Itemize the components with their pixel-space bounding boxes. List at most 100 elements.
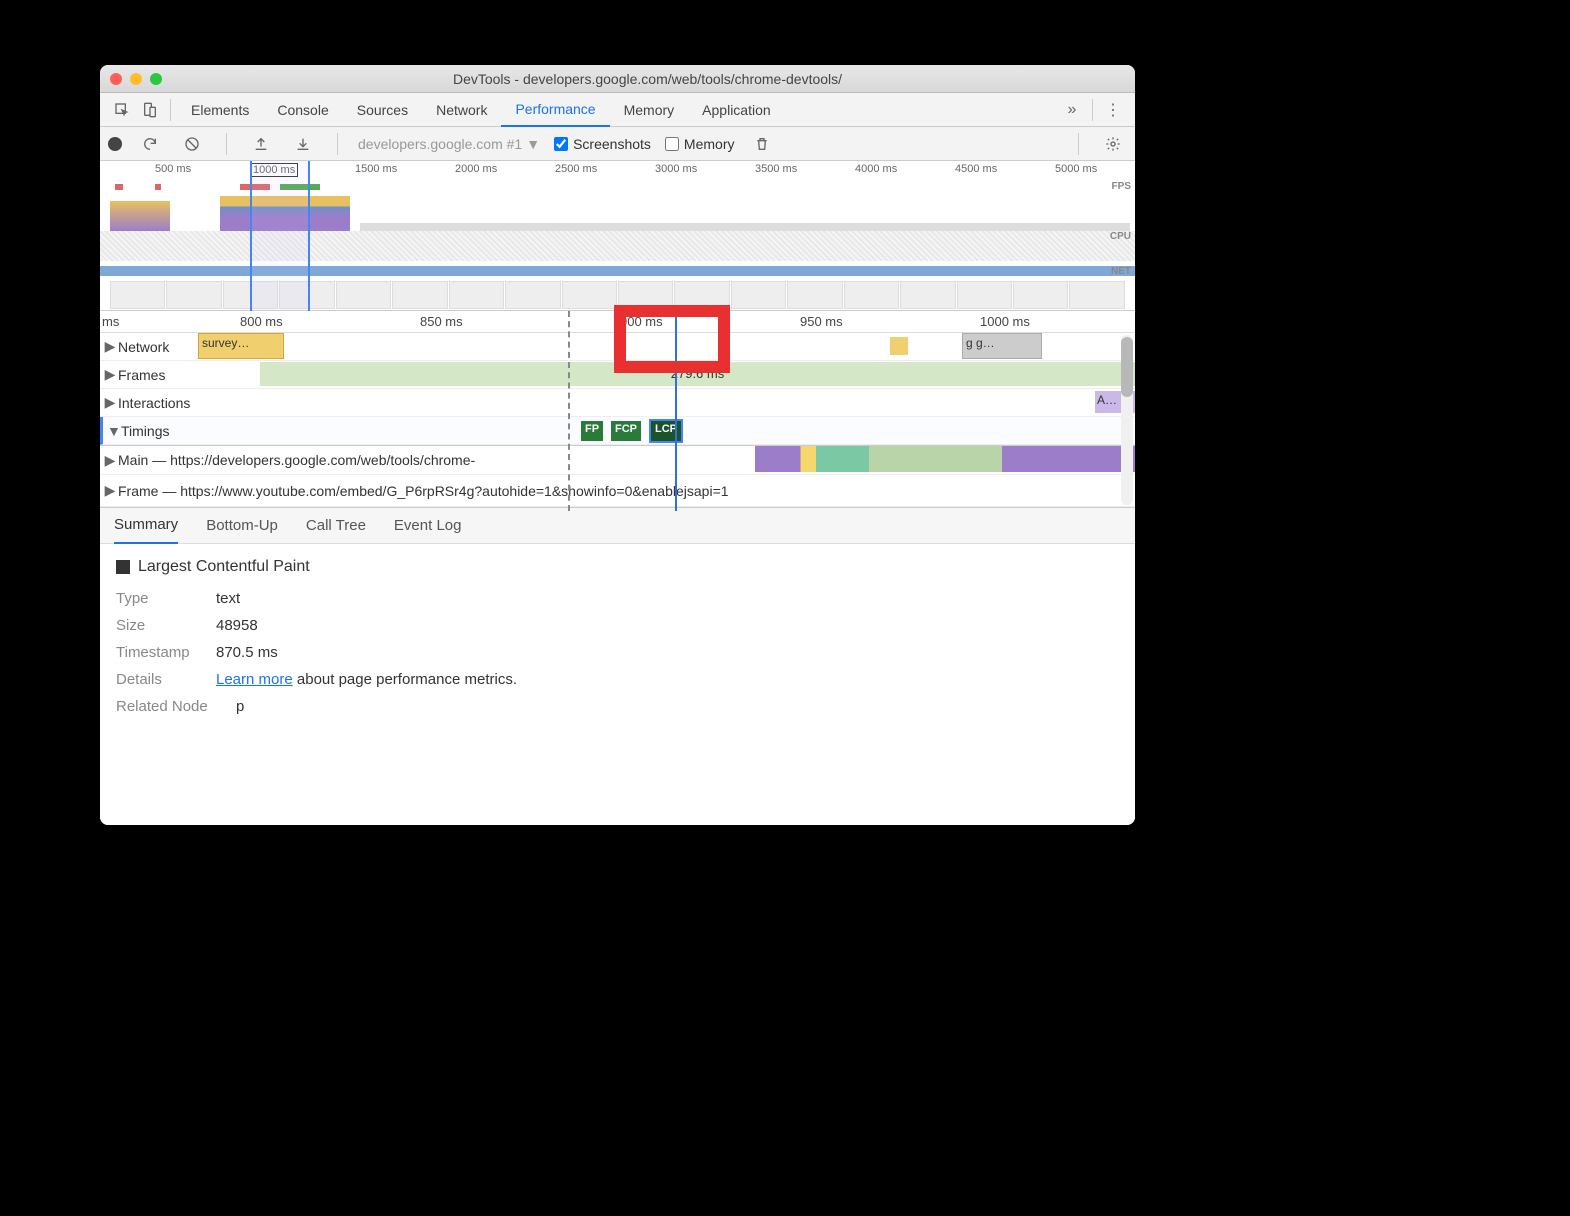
overview-selection[interactable] [250, 161, 310, 311]
scrollbar-thumb[interactable] [1121, 337, 1133, 397]
tab-elements[interactable]: Elements [177, 93, 263, 127]
summary-title: Largest Contentful Paint [138, 558, 310, 576]
trash-icon[interactable] [748, 130, 776, 158]
checkbox-label: Memory [684, 136, 735, 152]
reload-icon[interactable] [136, 130, 164, 158]
field-label: Related Node [116, 698, 226, 715]
main-thread-row[interactable]: ▶ Main — https://developers.google.com/w… [100, 445, 1135, 475]
separator [226, 133, 227, 155]
track-label: NET [1111, 266, 1131, 277]
flamegraph-area[interactable]: ms 800 ms 850 ms 900 ms 950 ms 1000 ms ▶… [100, 311, 1135, 507]
memory-checkbox[interactable]: Memory [665, 136, 735, 152]
checkbox-label: Screenshots [573, 136, 651, 152]
timeline-overview[interactable]: 500 ms 1000 ms 1500 ms 2000 ms 2500 ms 3… [100, 161, 1135, 311]
tab-call-tree[interactable]: Call Tree [306, 508, 366, 544]
network-item[interactable]: survey… [198, 333, 284, 359]
tab-performance[interactable]: Performance [501, 93, 609, 127]
details-text: about page performance metrics. [293, 671, 517, 688]
expand-icon[interactable]: ▶ [104, 452, 116, 469]
tick: 2500 ms [555, 163, 597, 175]
summary-content: Largest Contentful Paint Typetext Size48… [100, 544, 1135, 739]
panel-tabs: Elements Console Sources Network Perform… [100, 93, 1135, 127]
separator [1078, 133, 1079, 155]
tick: 4500 ms [955, 163, 997, 175]
expand-icon[interactable]: ▶ [104, 394, 116, 411]
field-value: text [216, 590, 240, 607]
network-row[interactable]: ▶ Network survey… g g… [100, 333, 1135, 361]
memory-input[interactable] [665, 137, 679, 151]
tick: 2000 ms [455, 163, 497, 175]
tick: 3000 ms [655, 163, 697, 175]
titlebar: DevTools - developers.google.com/web/too… [100, 65, 1135, 93]
timing-fcp[interactable]: FCP [611, 421, 641, 441]
download-icon[interactable] [289, 130, 317, 158]
tab-summary[interactable]: Summary [114, 508, 178, 544]
separator [337, 133, 338, 155]
tick: 500 ms [155, 163, 191, 175]
upload-icon[interactable] [247, 130, 275, 158]
network-item[interactable] [890, 337, 908, 355]
row-label: Timings [121, 423, 170, 439]
bottom-tabs: Summary Bottom-Up Call Tree Event Log [100, 508, 1135, 544]
record-button[interactable] [108, 137, 122, 151]
tab-application[interactable]: Application [688, 93, 785, 127]
main-flame[interactable] [755, 446, 1135, 472]
tick: 900 ms [620, 314, 663, 329]
frame-thread-row[interactable]: ▶ Frame — https://www.youtube.com/embed/… [100, 475, 1135, 507]
summary-pane: Summary Bottom-Up Call Tree Event Log La… [100, 507, 1135, 825]
tab-bottom-up[interactable]: Bottom-Up [206, 508, 278, 544]
row-label: Frame — https://www.youtube.com/embed/G_… [118, 483, 729, 499]
zoom-icon[interactable] [150, 73, 162, 85]
tick: 4000 ms [855, 163, 897, 175]
separator [170, 99, 171, 121]
collapse-icon[interactable]: ▼ [107, 423, 119, 439]
network-item[interactable]: g g… [962, 333, 1042, 359]
menu-icon[interactable]: ⋮ [1099, 96, 1127, 124]
frame-block[interactable]: 279.6 ms [260, 362, 1135, 386]
screenshots-input[interactable] [554, 137, 568, 151]
clear-icon[interactable] [178, 130, 206, 158]
field-label: Timestamp [116, 644, 206, 661]
playhead[interactable] [675, 311, 677, 511]
row-label: Interactions [118, 395, 190, 411]
recording-dropdown[interactable]: developers.google.com #1 ▼ [358, 136, 540, 152]
tick: 1500 ms [355, 163, 397, 175]
gear-icon[interactable] [1099, 130, 1127, 158]
expand-icon[interactable]: ▶ [104, 366, 116, 383]
field-label: Details [116, 671, 206, 688]
tick: 3500 ms [755, 163, 797, 175]
tab-memory[interactable]: Memory [610, 93, 689, 127]
row-label: Frames [118, 367, 165, 383]
inspect-icon[interactable] [108, 96, 136, 124]
tab-sources[interactable]: Sources [343, 93, 422, 127]
tick: 1000 ms [980, 314, 1030, 329]
screenshots-checkbox[interactable]: Screenshots [554, 136, 651, 152]
tick: 950 ms [800, 314, 843, 329]
expand-icon[interactable]: ▶ [104, 482, 116, 499]
color-swatch-icon [116, 560, 130, 574]
track-label: CPU [1110, 231, 1131, 242]
frames-row[interactable]: ▶ Frames 279.6 ms [100, 361, 1135, 389]
minimize-icon[interactable] [130, 73, 142, 85]
close-icon[interactable] [110, 73, 122, 85]
interactions-row[interactable]: ▶ Interactions A… [100, 389, 1135, 417]
learn-more-link[interactable]: Learn more [216, 671, 293, 688]
track-label: FPS [1112, 181, 1131, 192]
tab-network[interactable]: Network [422, 93, 501, 127]
field-label: Size [116, 617, 206, 634]
related-node-link[interactable]: p [236, 698, 244, 715]
tick: 5000 ms [1055, 163, 1097, 175]
timings-row[interactable]: ▼ Timings FP FCP LCP [100, 417, 1135, 445]
row-label: Network [118, 339, 169, 355]
tab-console[interactable]: Console [263, 93, 342, 127]
timing-fp[interactable]: FP [581, 421, 603, 441]
device-toggle-icon[interactable] [136, 96, 164, 124]
more-tabs-icon[interactable]: » [1058, 96, 1086, 124]
expand-icon[interactable]: ▶ [104, 338, 116, 355]
tab-event-log[interactable]: Event Log [394, 508, 462, 544]
tick: 800 ms [240, 314, 283, 329]
devtools-window: DevTools - developers.google.com/web/too… [100, 65, 1135, 825]
dropdown-label: developers.google.com #1 [358, 136, 522, 152]
field-value: 48958 [216, 617, 258, 634]
tick: ms [102, 314, 119, 329]
